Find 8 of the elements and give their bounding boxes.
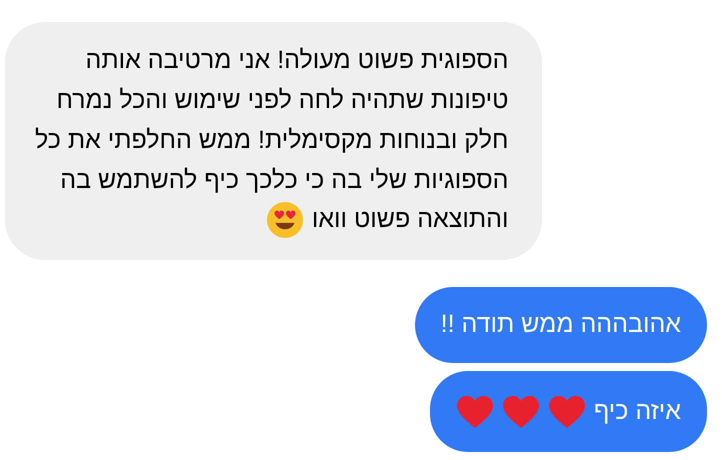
heart-eyes-face-icon <box>266 201 304 239</box>
message-text: איזה כיף <box>594 396 681 427</box>
heart-icon <box>548 394 586 428</box>
heart-icon <box>456 394 494 428</box>
message-text: והתוצאה פשוט וואו <box>312 204 508 236</box>
message-text: הספוגית פשוט מעולה! אני מרטיבה אותה טיפונות שתהיה לחה לפני שימוש והכל נמרח חלק ובנוחות מקסימלית! ממש החלפתי את כל הספוגיות שלי בה כי כלכך כיף להשתמש בה <box>35 45 508 196</box>
message-text: אהובההה ממש תודה !! <box>440 309 681 340</box>
heart-icon <box>502 394 540 428</box>
